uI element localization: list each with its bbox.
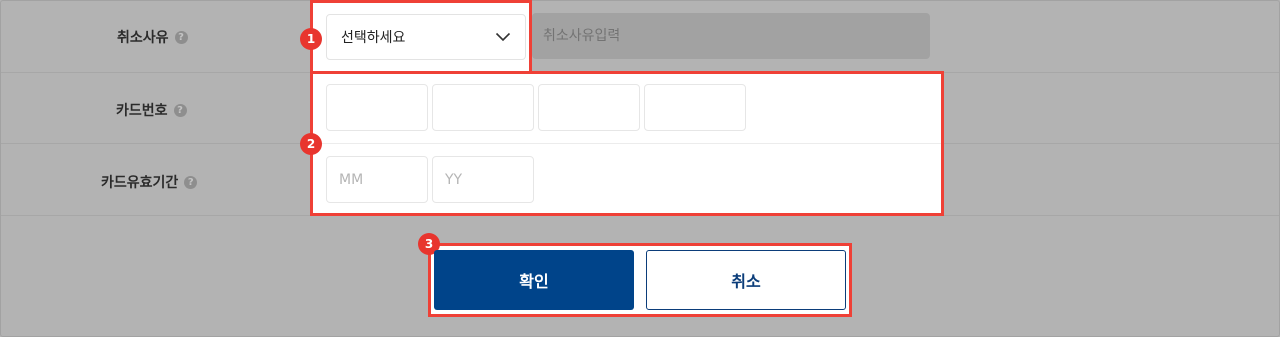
card-number-field-2[interactable] [432,84,534,131]
help-icon[interactable]: ? [174,30,188,44]
cancel-reason-label-text: 취소사유 [117,30,169,46]
cancel-button[interactable]: 취소 [646,250,846,310]
annotation-badge-1: 1 [300,28,322,50]
card-expiry-label: 카드유효기간 ? [101,172,198,192]
expiry-month-input[interactable] [326,156,428,203]
help-icon[interactable]: ? [173,103,187,117]
card-number-field-3[interactable] [538,84,640,131]
card-number-field-4[interactable] [644,84,746,131]
confirm-button[interactable]: 확인 [434,250,634,310]
select-value: 선택하세요 [341,30,406,46]
card-number-label-text: 카드번호 [116,103,168,119]
card-expiry-label-text: 카드유효기간 [101,175,179,191]
card-number-label: 카드번호 ? [116,100,187,120]
cancel-reason-select[interactable]: 선택하세요 [326,14,526,60]
card-number-field-1[interactable] [326,84,428,131]
chevron-down-icon [495,32,511,42]
help-icon[interactable]: ? [184,175,198,189]
cancel-reason-label: 취소사유 ? [117,27,188,47]
expiry-year-input[interactable] [432,156,534,203]
cancel-reason-input[interactable] [532,13,930,59]
annotation-badge-2: 2 [300,133,322,155]
